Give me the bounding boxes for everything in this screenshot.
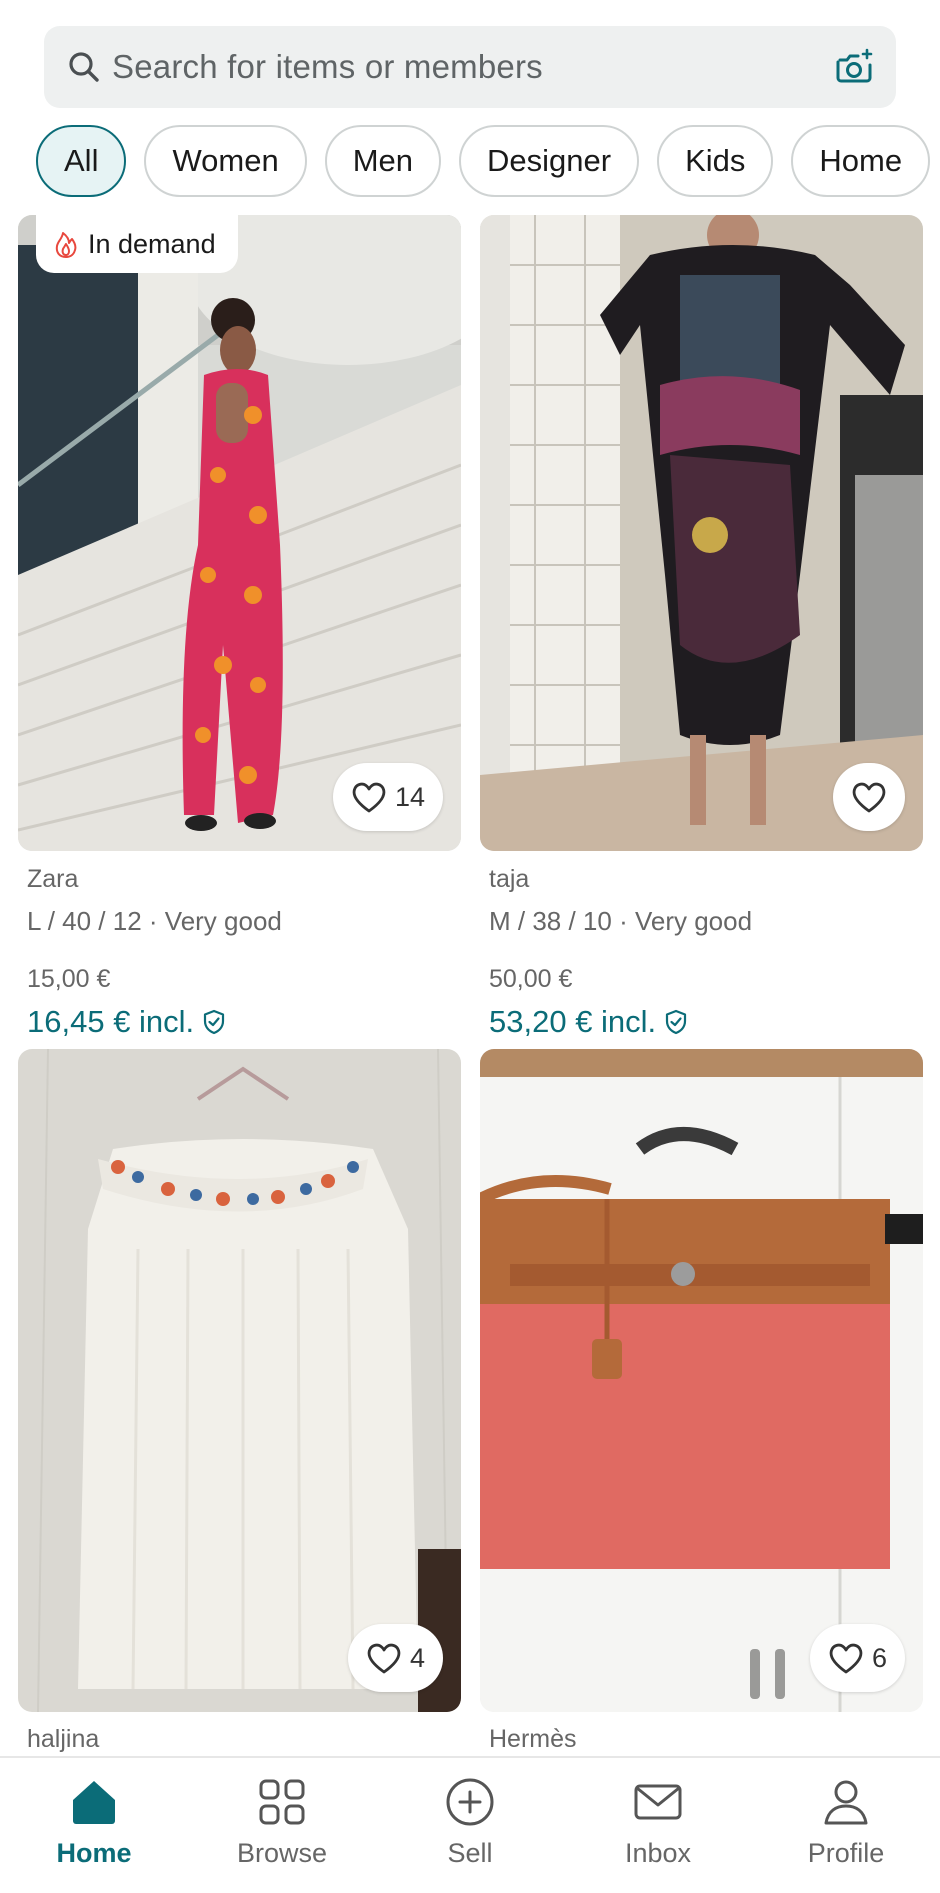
chip-home[interactable]: Home [791, 125, 931, 197]
item-card[interactable]: 14 In demand Zara L / 40 / 12 · Very goo… [18, 215, 461, 1039]
nav-inbox[interactable]: Inbox [564, 1758, 752, 1893]
item-price-incl-label: 53,20 € incl. [489, 1004, 657, 1039]
nav-label: Sell [447, 1838, 493, 1868]
home-icon [73, 1781, 115, 1824]
item-photo[interactable] [480, 215, 923, 851]
item-brand: Hermès [489, 1725, 577, 1753]
nav-label: Home [56, 1838, 132, 1868]
flame-icon [55, 232, 77, 258]
favorite-button[interactable] [833, 763, 905, 831]
item-photo-image [18, 1049, 461, 1712]
item-meta: Zara L / 40 / 12 · Very good 15,00 € 16,… [27, 865, 282, 1040]
camera-plus-icon[interactable] [834, 47, 874, 87]
chip-women[interactable]: Women [144, 125, 307, 197]
nav-label: Profile [807, 1838, 885, 1868]
heart-icon [367, 1643, 401, 1674]
item-photo-image [18, 215, 461, 851]
person-icon [824, 1780, 868, 1825]
chip-designer[interactable]: Designer [459, 125, 640, 197]
heart-icon [829, 1643, 863, 1674]
favorite-button[interactable]: 6 [809, 1624, 905, 1692]
bottom-nav: Home Browse Sell Inbox Profile [0, 1756, 940, 1893]
chip-men[interactable]: Men [324, 125, 442, 197]
badge-label: In demand [88, 228, 216, 259]
nav-label: Inbox [624, 1838, 692, 1868]
nav-home[interactable]: Home [0, 1758, 188, 1893]
item-price: 50,00 € [489, 965, 573, 993]
chip-kids[interactable]: Kids [657, 125, 774, 197]
shield-check-icon[interactable] [664, 1009, 688, 1035]
item-size-condition: L / 40 / 12 · Very good [27, 906, 282, 936]
item-photo-image [480, 1049, 923, 1712]
item-photo-image [480, 215, 923, 851]
item-meta: taja M / 38 / 10 · Very good 50,00 € 53,… [489, 865, 752, 1040]
search-icon [69, 52, 99, 82]
in-demand-badge: In demand [36, 215, 238, 273]
shield-check-icon[interactable] [202, 1009, 226, 1035]
envelope-icon [634, 1784, 682, 1820]
item-price-incl: 53,20 € incl. [489, 1004, 752, 1040]
nav-profile[interactable]: Profile [752, 1758, 940, 1893]
item-photo[interactable]: 14 [18, 215, 461, 851]
item-brand: taja [489, 865, 530, 893]
item-meta: Hermès [489, 1725, 577, 1754]
favorite-button[interactable]: 4 [347, 1624, 443, 1692]
item-size-condition: M / 38 / 10 · Very good [489, 906, 753, 936]
nav-label: Browse [236, 1838, 328, 1868]
heart-icon [852, 782, 886, 813]
favorite-count: 6 [871, 1642, 887, 1673]
item-meta: haljina [27, 1725, 99, 1754]
favorite-button[interactable]: 14 [332, 763, 443, 831]
item-price: 15,00 € [27, 965, 111, 993]
category-chips: All Women Men Designer Kids Home [36, 125, 931, 197]
item-price-incl-label: 16,45 € incl. [27, 1004, 195, 1039]
chip-all[interactable]: All [36, 125, 127, 197]
plus-circle-icon [446, 1778, 494, 1826]
grid-icon [259, 1779, 305, 1825]
item-brand: Zara [27, 865, 79, 893]
nav-browse[interactable]: Browse [188, 1758, 376, 1893]
item-card[interactable]: 6 Hermès [480, 1049, 923, 1755]
item-photo[interactable]: 6 [480, 1049, 923, 1712]
favorite-count: 14 [394, 781, 425, 812]
heart-icon [352, 782, 386, 813]
item-price-incl: 16,45 € incl. [27, 1004, 282, 1040]
nav-sell[interactable]: Sell [376, 1758, 564, 1893]
item-card[interactable]: taja M / 38 / 10 · Very good 50,00 € 53,… [480, 215, 923, 1039]
item-brand: haljina [27, 1725, 100, 1753]
item-card[interactable]: 4 haljina [18, 1049, 461, 1755]
search-bar[interactable]: Search for items or members [44, 26, 896, 108]
item-photo[interactable]: 4 [18, 1049, 461, 1712]
favorite-count: 4 [409, 1642, 425, 1673]
search-placeholder[interactable]: Search for items or members [112, 48, 834, 86]
